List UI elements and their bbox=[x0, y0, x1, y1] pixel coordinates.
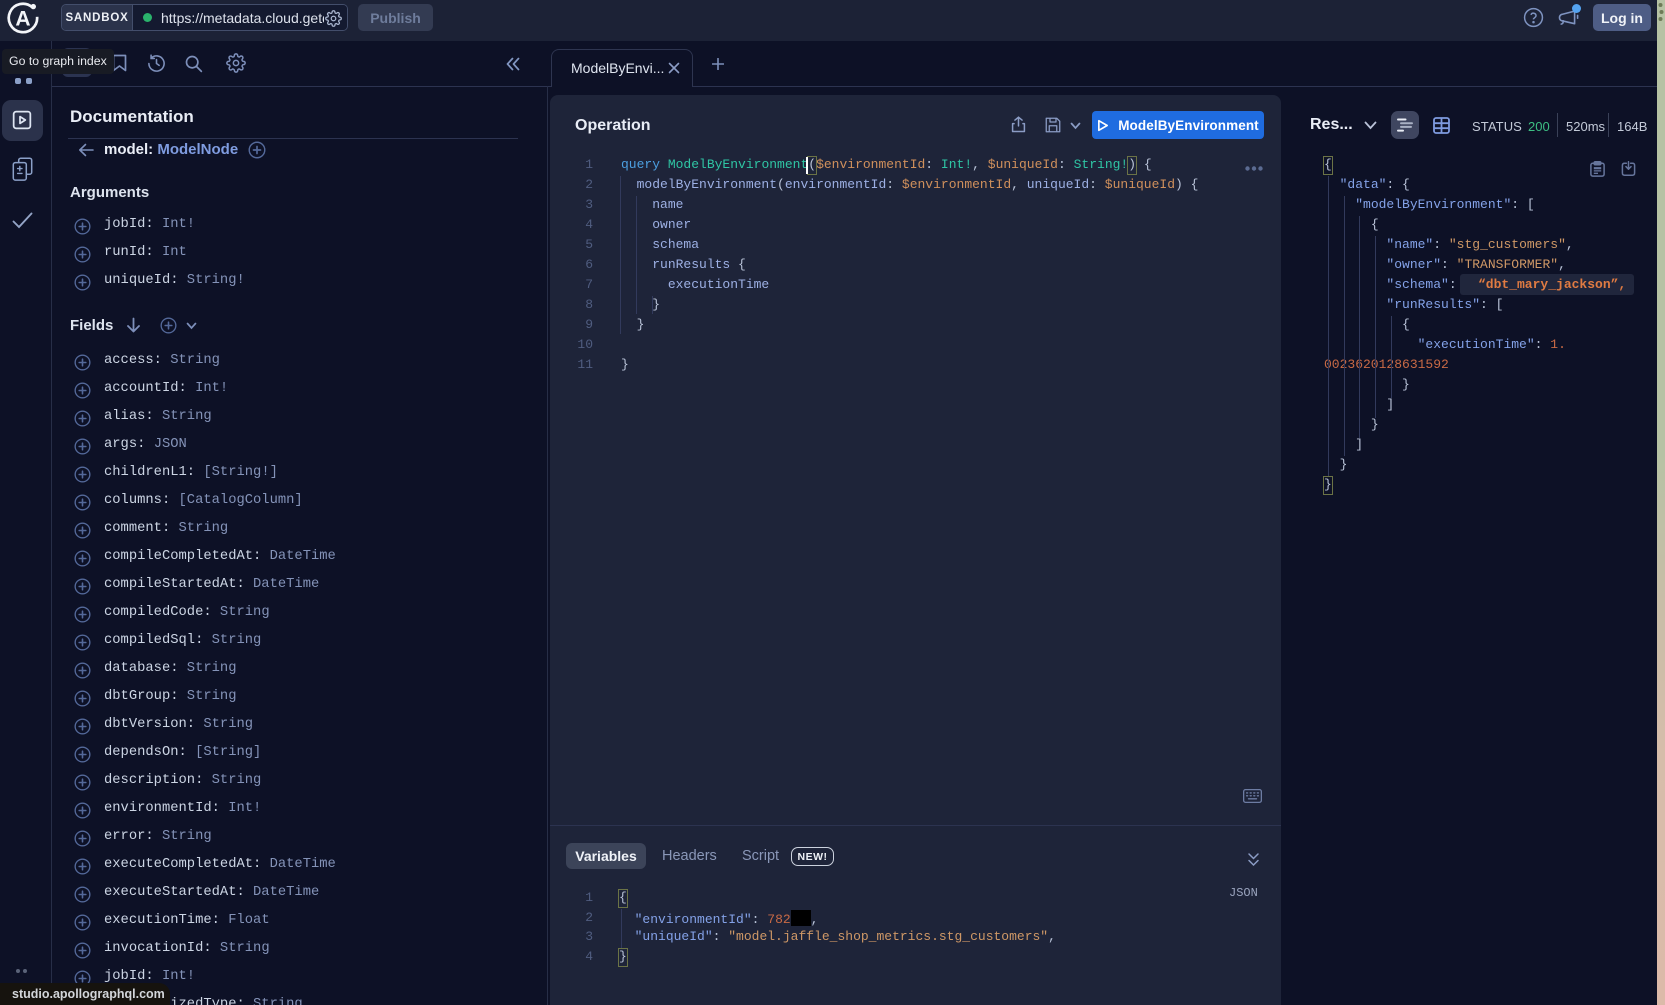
svg-text:A: A bbox=[15, 8, 30, 31]
